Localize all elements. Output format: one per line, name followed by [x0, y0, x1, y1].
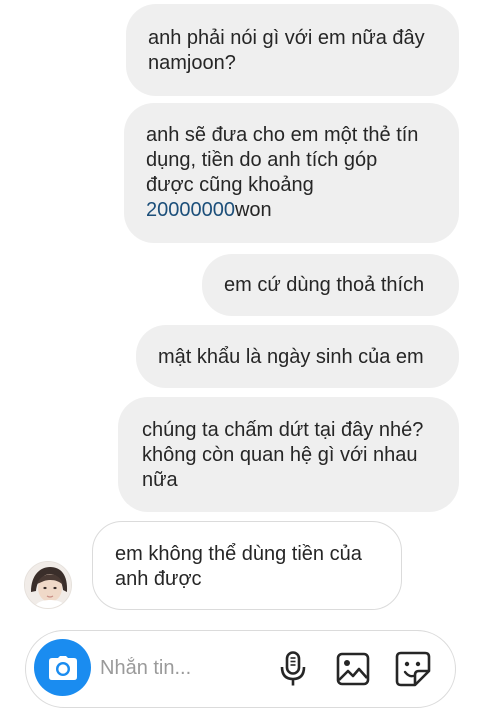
message-text: mật khẩu là ngày sinh của em	[158, 346, 424, 368]
outgoing-message[interactable]: mật khẩu là ngày sinh của em	[136, 325, 459, 388]
camera-icon	[48, 655, 77, 680]
voice-message-button[interactable]	[273, 649, 313, 689]
gallery-button[interactable]	[333, 649, 373, 689]
avatar[interactable]	[24, 561, 72, 609]
message-text: được cũng khoảng	[146, 174, 314, 196]
message-text: anh sẽ đưa cho em một thẻ tín	[146, 124, 419, 146]
incoming-message[interactable]: em không thể dùng tiền của anh được	[92, 521, 402, 610]
outgoing-message[interactable]: em cứ dùng thoả thích	[202, 254, 459, 316]
avatar-image	[25, 562, 71, 608]
message-text: anh được	[115, 568, 202, 590]
message-text: 20000000won	[146, 198, 437, 223]
detected-number-link[interactable]: 20000000	[146, 199, 235, 221]
message-text: namjoon?	[148, 52, 236, 74]
microphone-icon	[280, 651, 306, 686]
outgoing-message[interactable]: anh sẽ đưa cho em một thẻ tín dụng, tiền…	[124, 103, 459, 243]
message-input[interactable]	[100, 653, 270, 683]
message-text: em cứ dùng thoả thích	[224, 274, 425, 296]
image-icon	[336, 652, 370, 686]
message-text: em không thể dùng tiền của	[115, 543, 362, 565]
message-composer	[25, 630, 456, 708]
camera-button[interactable]	[34, 639, 91, 696]
message-text: dụng, tiền do anh tích góp	[146, 149, 378, 171]
message-text: chúng ta chấm dứt tại đây nhé?	[142, 419, 424, 441]
message-text: nữa	[142, 469, 178, 491]
outgoing-message[interactable]: anh phải nói gì với em nữa đây namjoon?	[126, 4, 459, 96]
message-text: anh phải nói gì với em nữa đây	[148, 27, 425, 49]
message-text: không còn quan hệ gì với nhau	[142, 444, 418, 466]
amount-suffix: won	[234, 199, 272, 221]
sticker-button[interactable]	[393, 649, 433, 689]
outgoing-message[interactable]: chúng ta chấm dứt tại đây nhé? không còn…	[118, 397, 459, 512]
sticker-icon	[395, 651, 431, 687]
direct-message-screen: anh phải nói gì với em nữa đây namjoon? …	[0, 0, 480, 727]
